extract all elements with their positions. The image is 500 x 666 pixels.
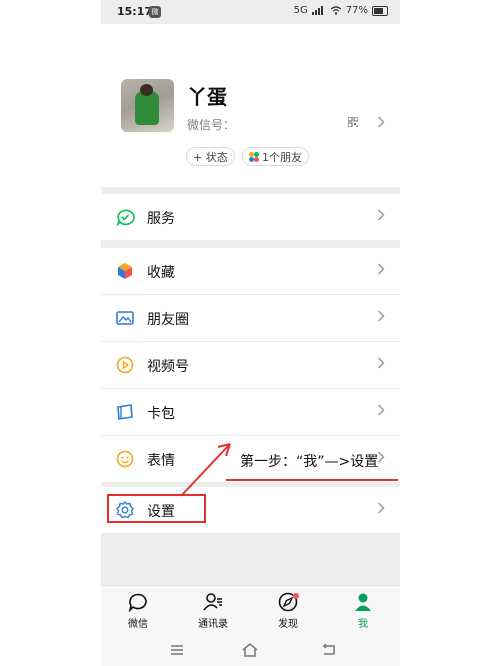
signal-icon [311,6,323,15]
sticker-smile-icon [116,450,134,468]
wifi-icon [330,6,342,15]
menu-item-label: 朋友圈 [147,312,189,328]
menu-item-label: 卡包 [147,406,175,422]
phone-screen: 15:17 微 5G 77% 丫蛋 微信号： + 状态 1个朋友 服务 收藏 朋… [101,0,400,666]
tab-discover[interactable]: 发现 [260,592,316,630]
annotation-highlight-box [107,494,206,523]
tab-label: 发现 [278,619,298,630]
wechat-id-label: 微信号： [187,118,236,132]
notification-badge: 微 [149,6,161,18]
status-right-group: 5G 77% [294,5,388,16]
qr-code-icon[interactable] [348,117,358,127]
chevron-right-icon [377,310,385,322]
battery-icon [372,5,388,16]
profile-chevron-right-icon[interactable] [377,116,385,128]
friends-status-button[interactable]: 1个朋友 [242,147,309,166]
home-icon[interactable] [242,643,258,657]
moments-image-icon [116,311,134,325]
menu-item-label: 服务 [147,211,175,227]
menu-item-moments[interactable]: 朋友圈 [101,295,400,341]
status-bar: 15:17 微 5G 77% [101,0,400,24]
chevron-right-icon [377,404,385,416]
avatar-figure-head [140,84,153,96]
status-button[interactable]: + 状态 [186,147,235,166]
menu-item-label: 表情 [147,453,175,469]
channels-play-icon [116,356,134,374]
tab-me[interactable]: 我 [335,592,391,630]
menu-item-card-wallet[interactable]: 卡包 [101,389,400,435]
status-button-label: + 状态 [193,150,228,164]
network-indicator: 5G [293,5,308,16]
tab-label: 微信 [128,619,148,630]
tab-chats[interactable]: 微信 [110,592,166,630]
bottom-tab-bar: 微信 通讯录 发现 我 [101,585,400,636]
friends-button-label: 1个朋友 [262,150,302,164]
annotation-underline [226,479,398,481]
chevron-right-icon [377,209,385,221]
contacts-icon [203,593,222,611]
profile-card[interactable]: 丫蛋 微信号： + 状态 1个朋友 [101,24,400,187]
menu-item-label: 收藏 [147,265,175,281]
profile-name: 丫蛋 [187,85,227,109]
menu-item-service[interactable]: 服务 [101,194,400,240]
chevron-right-icon [377,263,385,275]
service-check-icon [116,209,135,227]
me-person-icon [355,593,371,611]
annotation-text: 第一步：“我”—>设置 [240,454,379,470]
avatar[interactable] [121,79,174,132]
back-icon[interactable] [321,643,337,657]
menu-item-label: 视频号 [147,359,189,375]
system-nav-bar [101,635,400,666]
status-time: 15:17 [117,5,153,18]
menu-item-favorites[interactable]: 收藏 [101,248,400,294]
chevron-right-icon [377,357,385,369]
menu-lines-icon[interactable] [170,643,184,657]
tab-label: 通讯录 [198,619,228,630]
tab-contacts[interactable]: 通讯录 [185,592,241,630]
card-wallet-icon [117,404,133,420]
chevron-right-icon [377,502,385,514]
favorites-cube-icon [118,263,132,279]
tab-label: 我 [358,619,368,630]
chat-bubble-icon [128,593,147,612]
friends-avatars-icon [249,151,259,162]
menu-item-channels[interactable]: 视频号 [101,342,400,388]
avatar-figure-body [135,91,159,125]
battery-percent: 77% [345,5,368,16]
discover-badge-dot [293,593,299,599]
annotation-arrow-icon [180,443,231,497]
